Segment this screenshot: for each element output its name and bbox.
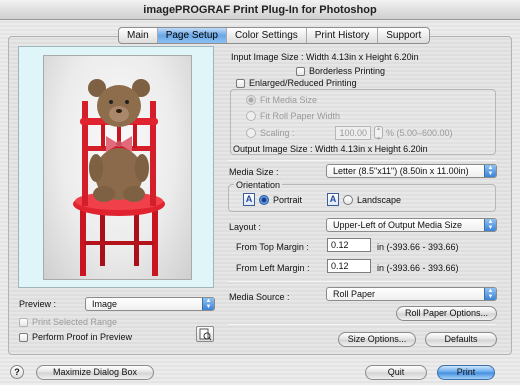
scaling-stepper[interactable]: ▲ ▼	[374, 126, 383, 142]
tab-main[interactable]: Main	[119, 28, 158, 43]
scaling-radio[interactable]	[246, 128, 256, 138]
scaling-input[interactable]: 100.00	[335, 126, 371, 140]
window-title: imagePROGRAF Print Plug-In for Photoshop	[0, 0, 520, 20]
chevron-updown-icon: ▲ ▼	[202, 298, 214, 310]
proof-settings-button[interactable]	[196, 326, 214, 342]
tab-bar: Main Page Setup Color Settings Print His…	[118, 27, 431, 44]
media-size-label: Media Size :	[229, 167, 279, 177]
divider	[228, 160, 496, 161]
borderless-printing-checkbox[interactable]	[296, 67, 305, 76]
tab-page-setup[interactable]: Page Setup	[157, 28, 227, 43]
fit-media-size-radio[interactable]	[246, 95, 256, 105]
fit-media-size-label: Fit Media Size	[260, 95, 318, 105]
defaults-button[interactable]: Defaults	[425, 332, 497, 347]
divider	[228, 281, 496, 282]
landscape-label: Landscape	[357, 195, 402, 205]
left-margin-range: in (-393.66 - 393.66)	[377, 263, 459, 273]
landscape-radio[interactable]	[343, 195, 353, 205]
tab-support[interactable]: Support	[378, 28, 429, 43]
proof-document-icon	[199, 328, 212, 341]
media-source-label: Media Source :	[229, 292, 290, 302]
tab-color-settings[interactable]: Color Settings	[227, 28, 307, 43]
top-margin-range: in (-393.66 - 393.66)	[377, 242, 459, 252]
media-source-select[interactable]: Roll Paper ▲ ▼	[326, 287, 497, 301]
left-margin-label: From Left Margin :	[236, 263, 310, 273]
orientation-label: Orientation	[234, 180, 283, 190]
chevron-updown-icon: ▲ ▼	[484, 288, 496, 300]
maximize-dialog-button[interactable]: Maximize Dialog Box	[36, 365, 154, 380]
layout-label: Layout :	[229, 222, 262, 232]
preview-select[interactable]: Image ▲ ▼	[85, 297, 215, 311]
preview-label: Preview :	[19, 299, 57, 309]
enlarged-reduced-label: Enlarged/Reduced Printing	[249, 78, 357, 88]
scaling-range: % (5.00–600.00)	[386, 128, 453, 138]
preview-area	[18, 46, 214, 288]
fit-roll-paper-radio[interactable]	[246, 111, 256, 121]
print-selected-range-checkbox[interactable]	[19, 318, 28, 327]
layout-select[interactable]: Upper-Left of Output Media Size ▲ ▼	[326, 218, 497, 232]
scaling-label: Scaling :	[260, 128, 295, 138]
print-selected-range-label: Print Selected Range	[32, 317, 118, 327]
fit-roll-paper-label: Fit Roll Paper Width	[260, 111, 341, 121]
borderless-printing-label: Borderless Printing	[309, 66, 386, 76]
portrait-orientation-icon: A	[243, 193, 255, 206]
perform-proof-label: Perform Proof in Preview	[32, 332, 133, 342]
roll-paper-options-button[interactable]: Roll Paper Options...	[396, 306, 497, 321]
tab-print-history[interactable]: Print History	[307, 28, 379, 43]
preview-image	[43, 55, 192, 280]
top-margin-input[interactable]: 0.12	[327, 238, 371, 252]
media-source-value: Roll Paper	[333, 289, 376, 299]
teddy-bear-on-chair-image	[73, 79, 165, 276]
preview-select-value: Image	[92, 299, 118, 309]
print-button[interactable]: Print	[437, 365, 495, 380]
chevron-updown-icon: ▲ ▼	[484, 165, 496, 177]
output-image-size: Output Image Size : Width 4.13in x Heigh…	[233, 144, 428, 154]
chevron-updown-icon: ▲ ▼	[484, 219, 496, 231]
media-size-select[interactable]: Letter (8.5"x11") (8.50in x 11.00in) ▲ ▼	[326, 164, 497, 178]
quit-button[interactable]: Quit	[365, 365, 427, 380]
portrait-radio[interactable]	[259, 195, 269, 205]
size-options-button[interactable]: Size Options...	[338, 332, 416, 347]
landscape-orientation-icon: A	[327, 193, 339, 206]
enlarged-reduced-checkbox[interactable]	[236, 79, 245, 88]
divider	[228, 324, 496, 325]
input-image-size: Input Image Size : Width 4.13in x Height…	[231, 52, 419, 62]
help-button[interactable]: ?	[10, 365, 24, 379]
layout-value: Upper-Left of Output Media Size	[333, 220, 463, 230]
top-margin-label: From Top Margin :	[236, 242, 309, 252]
left-margin-input[interactable]: 0.12	[327, 259, 371, 273]
portrait-label: Portrait	[273, 195, 303, 205]
perform-proof-checkbox[interactable]	[19, 333, 28, 342]
media-size-value: Letter (8.5"x11") (8.50in x 11.00in)	[333, 166, 469, 176]
